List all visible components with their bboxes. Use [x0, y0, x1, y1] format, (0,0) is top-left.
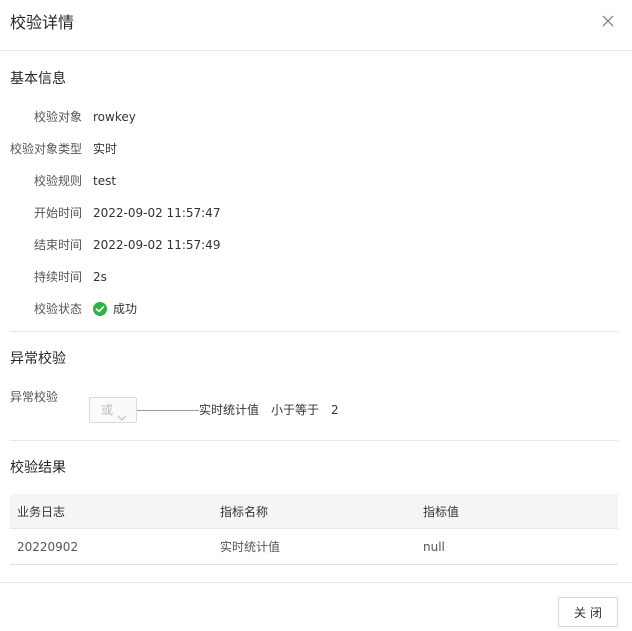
field-label-target: 校验对象 — [33, 110, 82, 124]
dialog-title: 校验详情 — [10, 13, 75, 32]
results-table: 业务日志 指标名称 指标值 20220902 实时统计值 null — [10, 494, 618, 565]
field-value-start-time: 2022-09-02 11:57:47 — [93, 206, 221, 220]
logic-select[interactable]: 或 — [89, 397, 137, 423]
dialog-footer: 关闭 — [0, 582, 632, 631]
condition-value: 2 — [331, 403, 339, 417]
field-label-rule: 校验规则 — [33, 174, 82, 188]
divider — [10, 440, 618, 441]
table-header-row: 业务日志 指标名称 指标值 — [10, 494, 618, 529]
dialog-header: 校验详情 — [0, 0, 632, 51]
divider — [10, 331, 618, 332]
field-label-duration: 持续时间 — [33, 270, 82, 284]
table-row: 20220902 实时统计值 null — [10, 528, 618, 565]
condition-connector — [137, 410, 199, 411]
status-badge: 成功 — [113, 302, 138, 316]
condition-operator: 小于等于 — [271, 403, 320, 417]
results-title: 校验结果 — [10, 460, 66, 476]
table-cell: null — [416, 528, 618, 565]
column-header: 指标值 — [416, 494, 618, 529]
anomaly-field-label: 异常校验 — [10, 390, 59, 404]
field-value-rule: test — [93, 174, 117, 188]
logic-select-value: 或 — [101, 403, 114, 417]
check-circle-icon — [93, 302, 107, 316]
condition-metric: 实时统计值 — [199, 403, 260, 417]
column-header: 业务日志 — [10, 494, 213, 529]
field-value-end-time: 2022-09-02 11:57:49 — [93, 238, 221, 252]
field-label-end-time: 结束时间 — [33, 238, 82, 252]
field-label-target-type: 校验对象类型 — [10, 142, 83, 156]
field-label-start-time: 开始时间 — [33, 206, 82, 220]
table-cell: 20220902 — [10, 528, 213, 565]
field-value-target-type: 实时 — [93, 142, 118, 156]
column-header: 指标名称 — [213, 494, 416, 529]
table-cell: 实时统计值 — [213, 528, 416, 565]
close-icon[interactable] — [600, 13, 616, 29]
chevron-down-icon — [117, 406, 127, 425]
field-label-status: 校验状态 — [33, 302, 82, 316]
close-button[interactable]: 关闭 — [558, 597, 618, 627]
field-value-duration: 2s — [93, 270, 107, 284]
anomaly-title: 异常校验 — [10, 351, 66, 367]
field-value-target: rowkey — [93, 110, 136, 124]
basic-info-title: 基本信息 — [10, 71, 66, 87]
